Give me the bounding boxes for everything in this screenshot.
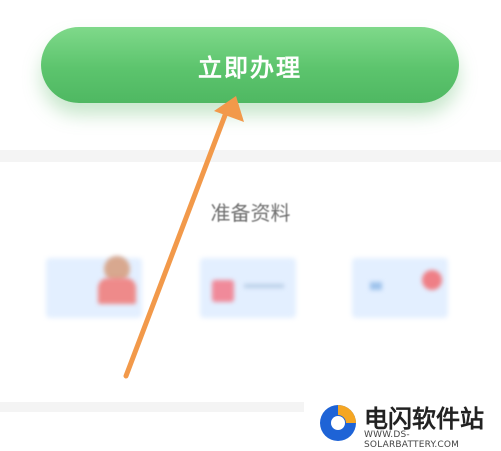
watermark-title: 电闪软件站: [364, 405, 484, 433]
watermark-logo-icon: [320, 405, 356, 441]
arrow-shaft: [123, 107, 230, 379]
arrow-head: [214, 96, 244, 122]
pointer-arrow-icon: [123, 96, 244, 379]
watermark-url: WWW.DS-SOLARBATTERY.COM: [364, 430, 460, 450]
watermark-badge: 电闪软件站 WWW.DS-SOLARBATTERY.COM: [304, 394, 501, 451]
